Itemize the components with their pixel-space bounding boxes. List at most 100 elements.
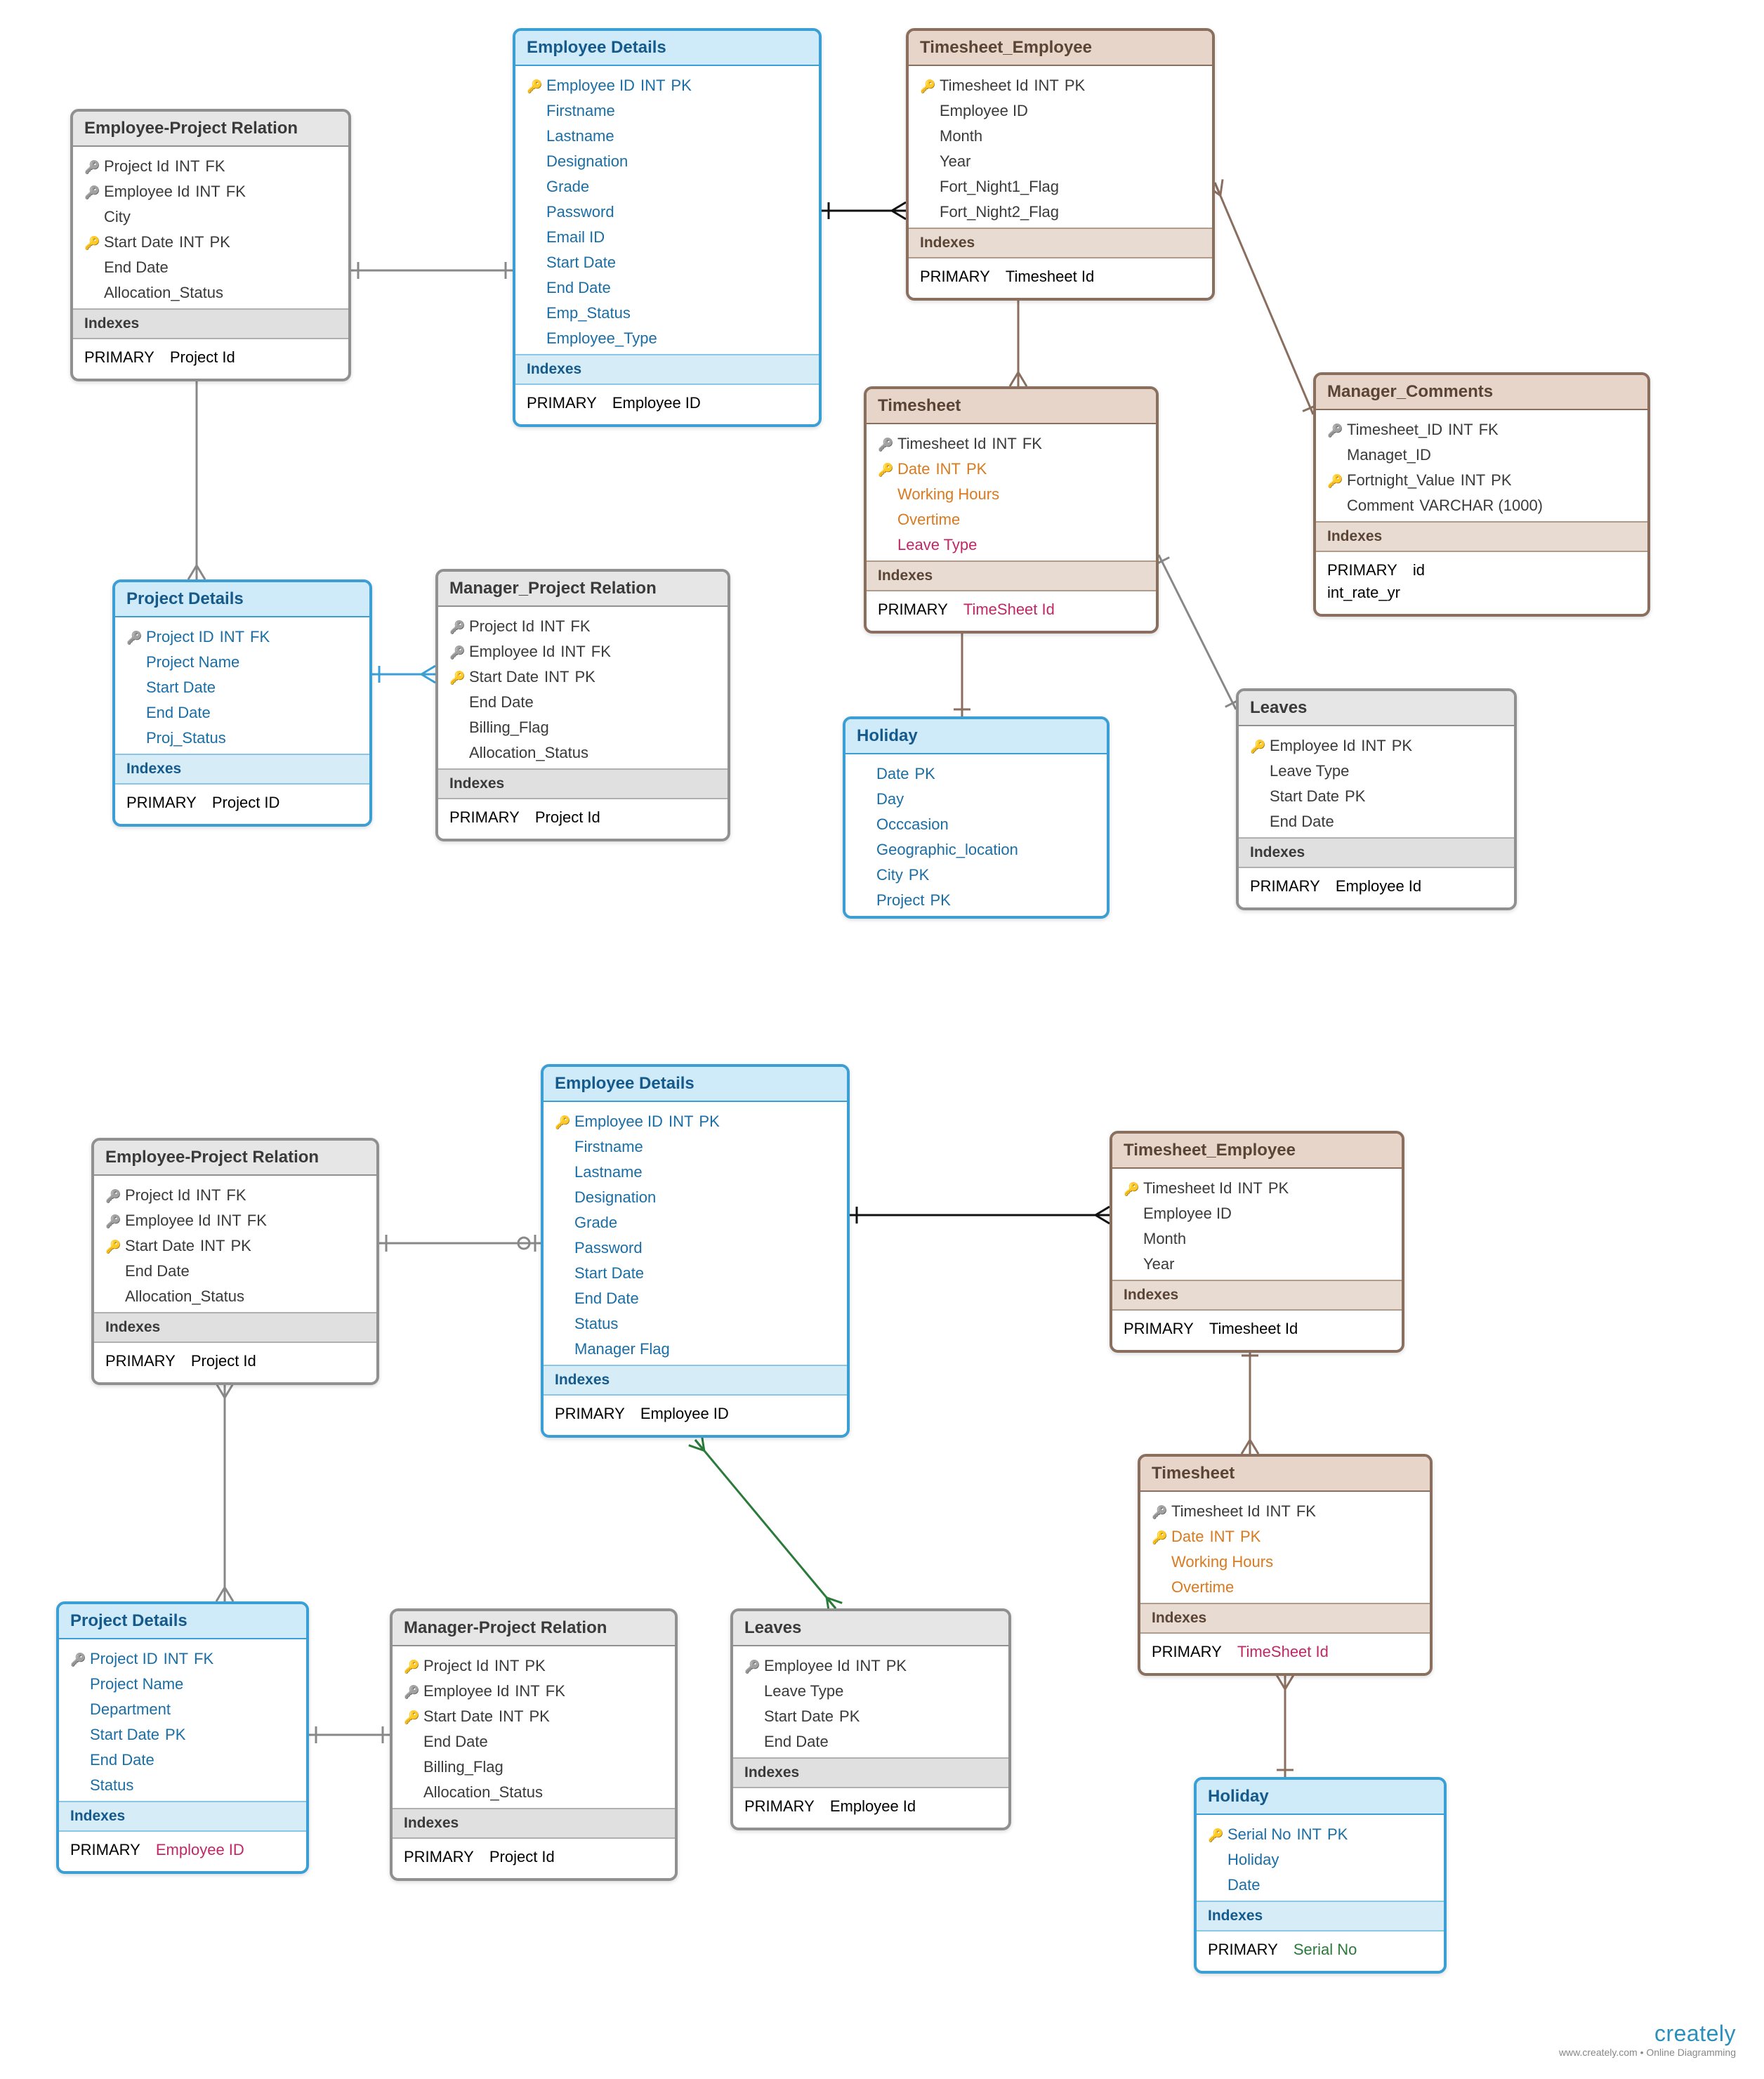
entity-hol1[interactable]: HolidayDatePKDayOcccasionGeographic_loca… <box>843 716 1110 919</box>
index-row: PRIMARYTimeSheet Id <box>878 598 1145 621</box>
connector <box>1159 555 1236 709</box>
field-row: Password <box>552 1235 838 1261</box>
field-row: Firstname <box>552 1134 838 1160</box>
entity-epr2[interactable]: Employee-Project RelationProject IdINTFK… <box>91 1138 379 1385</box>
field-name: Firstname <box>574 1138 643 1156</box>
index-value: TimeSheet Id <box>963 601 1055 619</box>
field-type: INT <box>175 157 199 176</box>
field-name: Start Date <box>764 1707 834 1726</box>
index-key: PRIMARY <box>70 1841 140 1859</box>
field-name: Firstname <box>546 102 615 120</box>
key-icon <box>744 1657 758 1675</box>
indexes-header: Indexes <box>115 754 369 785</box>
field-keys: FK <box>591 643 611 661</box>
field-keys: PK <box>699 1113 719 1131</box>
field-row: Start Date <box>524 250 810 275</box>
field-name: Lastname <box>546 127 614 145</box>
entity-emp1[interactable]: Employee DetailsEmployee IDINTPKFirstnam… <box>513 28 822 427</box>
field-name: Timesheet Id <box>940 77 1028 95</box>
footer-logo: creately www.creately.com • Online Diagr… <box>1559 2021 1736 2058</box>
key-icon <box>449 668 463 686</box>
entity-mpr1[interactable]: Manager_Project RelationProject IdINTFKE… <box>435 569 730 841</box>
field-row: DatePK <box>854 761 1098 787</box>
field-row: Employee IdINTPK <box>742 1653 1000 1679</box>
field-name: Serial No <box>1227 1825 1291 1844</box>
field-type: INT <box>1461 471 1485 490</box>
field-row: Employee IdINTFK <box>401 1679 666 1704</box>
field-name: End Date <box>146 704 211 722</box>
key-icon <box>920 77 934 95</box>
key-icon <box>1124 1179 1138 1198</box>
entity-lv2[interactable]: Leaves Employee IdINTPKLeave Type Start Da… <box>730 1608 1011 1830</box>
field-name: Department <box>90 1700 171 1719</box>
field-row: Overtime <box>1149 1575 1421 1600</box>
key-icon <box>70 1650 84 1668</box>
index-key: PRIMARY <box>555 1405 625 1423</box>
field-row: End Date <box>447 690 719 715</box>
field-row: Start DateINTPK <box>81 230 340 255</box>
field-row: Timesheet IdINTPK <box>1121 1176 1393 1201</box>
field-name: Working Hours <box>897 485 999 504</box>
field-name: Billing_Flag <box>469 719 549 737</box>
field-name: City <box>104 208 131 226</box>
field-type: INT <box>200 1237 225 1255</box>
field-name: Allocation_Status <box>423 1783 543 1802</box>
indexes-body: PRIMARYProject Id <box>393 1839 675 1878</box>
field-row: Leave Type <box>742 1679 1000 1704</box>
field-row: End Date <box>742 1729 1000 1755</box>
entity-mpr2[interactable]: Manager-Project RelationProject IdINTPKE… <box>390 1608 678 1881</box>
field-row: End Date <box>124 700 361 726</box>
field-row: Manager Flag <box>552 1337 838 1362</box>
field-row: Allocation_Status <box>401 1780 666 1805</box>
key-icon <box>84 233 98 251</box>
key-icon <box>1250 737 1264 755</box>
field-name: Date <box>876 765 909 783</box>
indexes-header: Indexes <box>867 560 1156 591</box>
field-keys: PK <box>525 1657 545 1675</box>
field-row: Status <box>67 1773 298 1798</box>
field-name: Proj_Status <box>146 729 226 747</box>
field-row: Employee IDINTPK <box>524 73 810 98</box>
entity-fields: Serial NoINTPKHolidayDate <box>1197 1815 1444 1901</box>
index-row: int_rate_yr <box>1327 582 1636 604</box>
field-name: Start Date <box>104 233 173 251</box>
index-value: Employee ID <box>612 394 701 412</box>
field-row: Year <box>1121 1252 1393 1277</box>
entity-title: Employee-Project Relation <box>73 112 348 147</box>
entity-epr1[interactable]: Employee-Project RelationProject IdINTFK… <box>70 109 351 381</box>
field-row: Date <box>1205 1873 1435 1898</box>
field-row: Billing_Flag <box>447 715 719 740</box>
field-row: Password <box>524 199 810 225</box>
entity-hol2[interactable]: HolidaySerial NoINTPKHolidayDateIndexesP… <box>1194 1777 1447 1974</box>
field-row: Timesheet IdINTFK <box>875 431 1147 457</box>
entity-emp2[interactable]: Employee DetailsEmployee IDINTPKFirstnam… <box>541 1064 850 1438</box>
field-name: End Date <box>104 258 169 277</box>
field-row: Year <box>917 149 1204 174</box>
index-key: PRIMARY <box>105 1352 176 1370</box>
field-row: Status <box>552 1311 838 1337</box>
entity-pd2[interactable]: Project DetailsProject IDINTFKProject Na… <box>56 1601 309 1874</box>
entity-tsemp1[interactable]: Timesheet_EmployeeTimesheet IdINTPKEmplo… <box>906 28 1215 301</box>
key-icon <box>404 1682 418 1700</box>
entity-lv1[interactable]: LeavesEmployee IdINTPKLeave TypeStart Da… <box>1236 688 1517 910</box>
field-name: Project Id <box>125 1186 190 1205</box>
entity-tsemp2[interactable]: Timesheet_EmployeeTimesheet IdINTPKEmplo… <box>1110 1131 1404 1353</box>
field-keys: PK <box>1491 471 1511 490</box>
index-key: PRIMARY <box>527 394 597 412</box>
field-name: Status <box>574 1315 618 1333</box>
entity-ts2[interactable]: TimesheetTimesheet IdINTFKDateINTPKWorki… <box>1138 1454 1433 1676</box>
entity-title: Leaves <box>1239 691 1514 726</box>
entity-pd1[interactable]: Project DetailsProject IDINTFKProject Na… <box>112 579 372 827</box>
entity-title: Leaves <box>733 1611 1008 1646</box>
entity-ts1[interactable]: TimesheetTimesheet IdINTFKDateINTPKWorki… <box>864 386 1159 634</box>
index-row: PRIMARYProject ID <box>126 792 358 814</box>
field-name: Employee ID <box>1143 1205 1232 1223</box>
key-icon <box>1152 1502 1166 1521</box>
index-key: PRIMARY <box>1327 561 1397 579</box>
entity-mgrc1[interactable]: Manager_CommentsTimesheet_IDINTFKManaget… <box>1313 372 1650 617</box>
field-row: Geographic_location <box>854 837 1098 863</box>
field-row: Timesheet_IDINTFK <box>1324 417 1639 442</box>
field-name: Employee Id <box>125 1212 211 1230</box>
field-name: Allocation_Status <box>125 1287 244 1306</box>
field-name: End Date <box>125 1262 190 1280</box>
